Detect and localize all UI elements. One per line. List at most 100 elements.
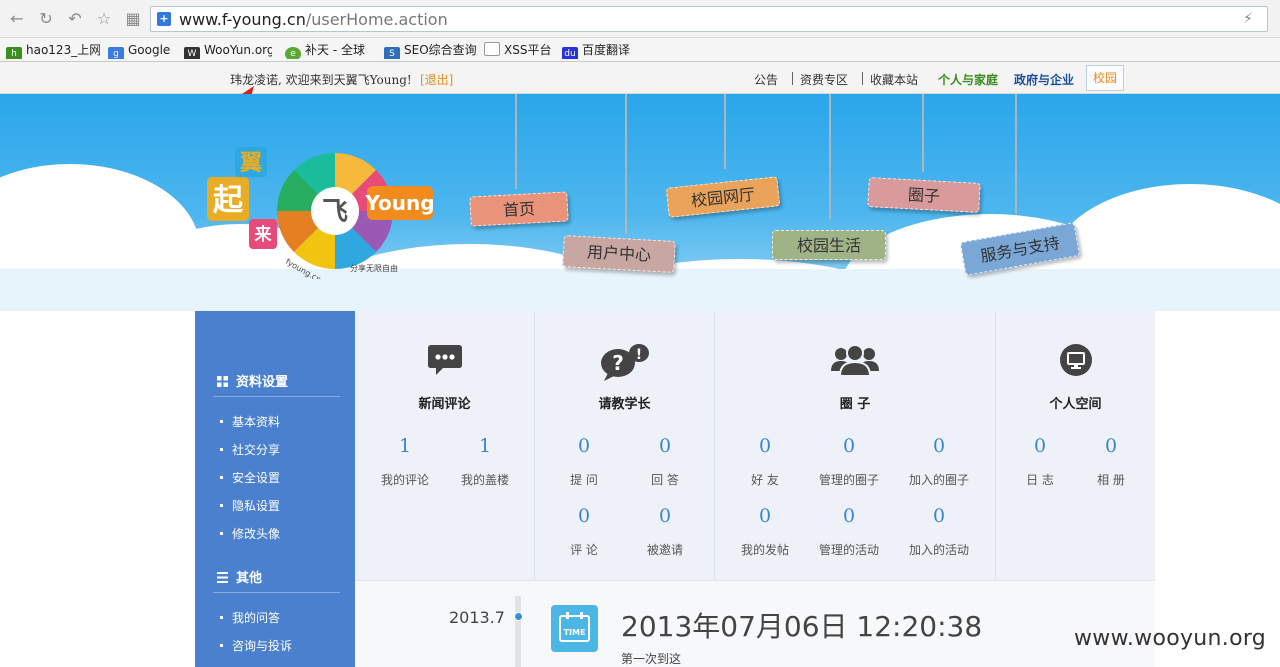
svg-text:Young: Young [364,191,434,215]
panel-title: 请教学长 [598,397,651,412]
sidebar-section-profile: 资料设置 [217,371,288,390]
panel-ask-senior: ? ! 请教学长 0 提 问 0 回 答 0 评 论 0 被邀请 [535,311,715,581]
panel-title: 个人空间 [1049,397,1102,412]
bookmark-butian[interactable]: e 补天 - 全球 [285,41,375,59]
bookmark-hao123[interactable]: h hao123_上网 [6,41,100,59]
refresh-icon[interactable]: ↻ [35,8,57,30]
nav-campus-hall[interactable]: 校园网厅 [665,176,781,218]
gov-enterprise-link[interactable]: 政府与企业 [1014,71,1074,88]
bookmark-baidu-translate[interactable]: du 百度翻译 [562,41,642,59]
svg-text:飞: 飞 [322,197,348,227]
hao123-icon: h [6,47,22,59]
stat-count[interactable]: 0 [539,505,629,527]
lightning-icon[interactable]: ⚡ [1243,11,1253,27]
panel-title: 圈 子 [839,397,871,412]
stat-label[interactable]: 加入的圈子 [894,471,984,488]
stat-count[interactable]: 0 [894,505,984,527]
stat-count[interactable]: 0 [539,435,629,457]
address-bar[interactable]: + www.f-young.cn/userHome.action ⚡ [150,6,1268,32]
sidebar-item-security[interactable]: 安全设置 [220,469,280,486]
time-icon-label: TIME [564,628,586,637]
hanging-string [515,94,517,189]
stat-count[interactable]: 0 [1066,435,1156,457]
site-banner: 翼 起 来 飞 Young fyoung.cn 分享无限自由 首页 用户中心 校… [0,94,1280,311]
chat-bubble-icon [427,345,462,375]
svg-text:?: ? [612,351,624,375]
panel-title: 新闻评论 [418,397,471,412]
bookmark-seo[interactable]: S SEO综合查询 [384,41,476,59]
stat-label[interactable]: 加入的活动 [894,541,984,558]
hanging-string [922,94,924,172]
stat-label[interactable]: 评 论 [539,541,629,558]
stat-count[interactable]: 0 [804,505,894,527]
stat-count[interactable]: 1 [360,435,450,457]
timeline-note: 第一次到这 [621,652,682,666]
stat-label[interactable]: 好 友 [720,471,810,488]
bookmark-site-link[interactable]: 收藏本站 [870,71,918,88]
bookmarks-bar: h hao123_上网 g Google W WooYun.org e 补天 - 全球 … [0,38,1280,62]
back-icon[interactable]: ← [6,8,28,30]
stat-count[interactable]: 0 [894,435,984,457]
sidebar-item-complaint[interactable]: 咨询与投诉 [220,637,292,654]
grid-icon [217,376,228,387]
sidebar-item-my-qa[interactable]: 我的问答 [220,609,280,626]
divider [213,396,340,397]
panel-circle: 圈 子 0 好 友 0 管理的圈子 0 加入的圈子 0 我的发帖 0 管理的活动… [715,311,996,581]
bookmark-google[interactable]: g Google [108,41,178,59]
stat-label[interactable]: 我的盖楼 [440,471,530,488]
svg-text:分享无限自由: 分享无限自由 [350,263,398,273]
stat-label[interactable]: 回 答 [620,471,710,488]
sidebar-item-social-share[interactable]: 社交分享 [220,441,280,458]
stat-count[interactable]: 0 [720,435,810,457]
stat-label[interactable]: 我的发帖 [720,541,810,558]
tariff-link[interactable]: 资费专区 [800,71,848,88]
logout-link[interactable]: [退出] [420,71,453,88]
stat-label[interactable]: 相 册 [1066,471,1156,488]
apps-grid-icon[interactable]: ▦ [122,8,144,30]
bookmark-wooyun[interactable]: W WooYun.org [184,41,272,59]
wooyun-icon: W [184,47,200,59]
star-icon[interactable]: ☆ [93,8,115,30]
calendar-time-icon: TIME [551,605,598,652]
stat-count[interactable]: 1 [440,435,530,457]
fyoung-logo: 翼 起 来 飞 Young fyoung.cn 分享无限自由 [207,147,435,279]
activity-timeline: 2013.7 TIME 2013年07月06日 12:20:38 第一次到这 [355,581,1155,667]
personal-family-link[interactable]: 个人与家庭 [938,71,998,88]
svg-text:起: 起 [213,183,244,218]
stat-label[interactable]: 我的评论 [360,471,450,488]
timeline-date: 2013年07月06日 12:20:38 [621,610,983,643]
stat-label[interactable]: 管理的圈子 [804,471,894,488]
stat-count[interactable]: 0 [620,505,710,527]
stat-count[interactable]: 0 [720,505,810,527]
security-shield-icon: + [157,12,171,26]
undo-icon[interactable]: ↶ [64,8,86,30]
nav-campus-life[interactable]: 校园生活 [772,230,886,260]
hanging-string [829,94,831,219]
stat-label[interactable]: 提 问 [539,471,629,488]
sidebar-item-privacy[interactable]: 隐私设置 [220,497,280,514]
stat-count[interactable]: 0 [804,435,894,457]
hanging-string [1015,94,1017,214]
nav-home[interactable]: 首页 [469,191,569,227]
panel-news-comments: 新闻评论 1 我的评论 1 我的盖楼 [355,311,535,581]
campus-tab[interactable]: 校园 [1086,65,1124,91]
sidebar-section-other: 其他 [217,567,262,586]
group-icon [831,344,879,377]
timeline-bar [515,596,521,667]
timeline-year: 2013.7 [449,608,505,627]
divider [213,592,340,593]
divider [862,72,863,85]
sidebar-item-avatar[interactable]: 修改头像 [220,525,280,542]
stat-label[interactable]: 管理的活动 [804,541,894,558]
nav-circle[interactable]: 圈子 [867,177,981,213]
seo-icon: S [384,47,400,59]
question-bubble-icon: ? ! [600,344,649,381]
google-icon: g [108,47,124,59]
announcement-link[interactable]: 公告 [754,71,778,88]
section-title: 其他 [236,571,263,586]
stat-label[interactable]: 被邀请 [620,541,710,558]
nav-user-center[interactable]: 用户中心 [562,235,676,273]
bookmark-xss[interactable]: XSS平台 [484,41,554,59]
stat-count[interactable]: 0 [620,435,710,457]
sidebar-item-basic-info[interactable]: 基本资料 [220,413,280,430]
